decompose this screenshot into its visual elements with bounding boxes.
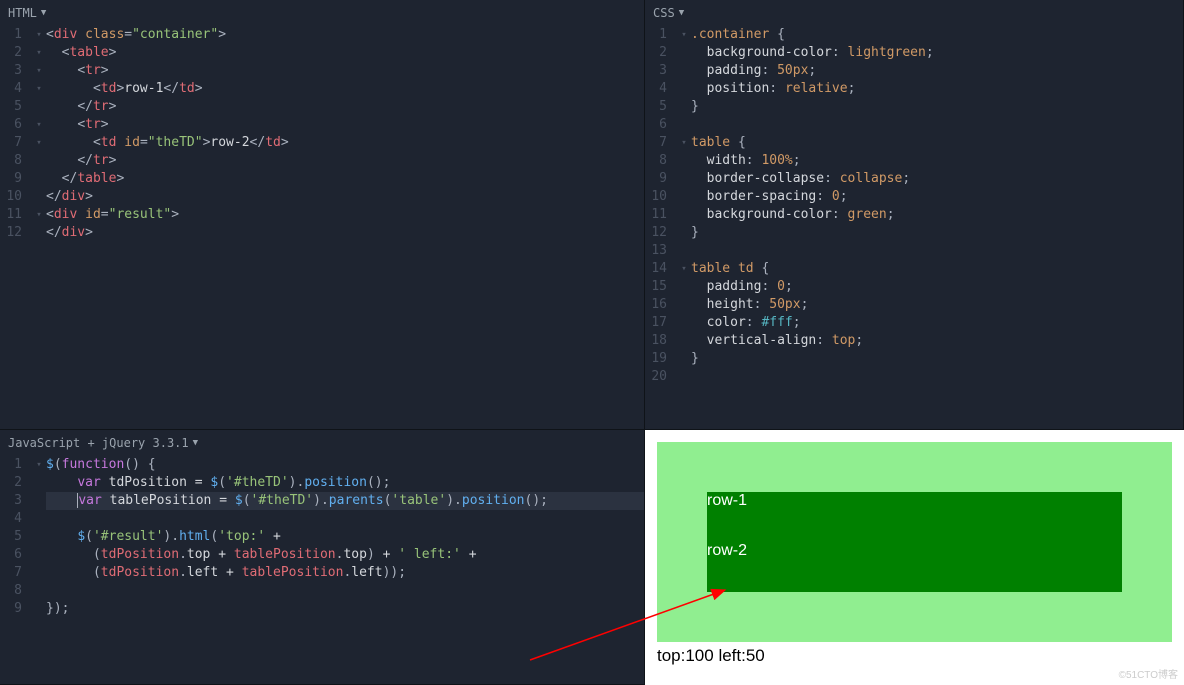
html-editor[interactable]: 123456789101112 ▾▾▾▾▾▾▾ <div class="cont… — [0, 26, 644, 429]
watermark: ©51CTO博客 — [1119, 666, 1178, 681]
html-pane: HTML ▼ 123456789101112 ▾▾▾▾▾▾▾ <div clas… — [0, 0, 645, 430]
preview-cell-2: row-2 — [707, 542, 1122, 592]
chevron-down-icon: ▼ — [41, 8, 46, 18]
chevron-down-icon: ▼ — [679, 8, 684, 18]
js-pane-title: JavaScript + jQuery 3.3.1 — [8, 436, 189, 450]
html-code[interactable]: <div class="container"> <table> <tr> <td… — [46, 26, 644, 429]
js-gutter: 123456789 — [0, 456, 32, 684]
preview-container: row-1 row-2 — [657, 442, 1172, 642]
css-pane-header[interactable]: CSS ▼ — [645, 0, 1183, 26]
css-editor[interactable]: 1234567891011121314151617181920 ▾▾▾ .con… — [645, 26, 1183, 429]
js-code[interactable]: $(function() { var tdPosition = $('#theT… — [46, 456, 644, 684]
preview-cell-1: row-1 — [707, 492, 1122, 542]
preview-pane: row-1 row-2 top:100 left:50 — [645, 430, 1184, 685]
js-editor[interactable]: 123456789 ▾ $(function() { var tdPositio… — [0, 456, 644, 684]
css-pane-title: CSS — [653, 6, 675, 20]
html-gutter: 123456789101112 — [0, 26, 32, 429]
preview-result: top:100 left:50 — [657, 642, 1172, 666]
css-pane: CSS ▼ 1234567891011121314151617181920 ▾▾… — [645, 0, 1184, 430]
preview-table: row-1 row-2 — [707, 492, 1122, 592]
html-pane-title: HTML — [8, 6, 37, 20]
html-pane-header[interactable]: HTML ▼ — [0, 0, 644, 26]
html-fold: ▾▾▾▾▾▾▾ — [32, 26, 46, 429]
css-fold: ▾▾▾ — [677, 26, 691, 429]
js-pane-header[interactable]: JavaScript + jQuery 3.3.1 ▼ — [0, 430, 644, 456]
table-row: row-1 — [707, 492, 1122, 542]
css-gutter: 1234567891011121314151617181920 — [645, 26, 677, 429]
table-row: row-2 — [707, 542, 1122, 592]
js-pane: JavaScript + jQuery 3.3.1 ▼ 123456789 ▾ … — [0, 430, 645, 685]
chevron-down-icon: ▼ — [193, 438, 198, 448]
css-code[interactable]: .container { background-color: lightgree… — [691, 26, 1183, 429]
js-fold: ▾ — [32, 456, 46, 684]
